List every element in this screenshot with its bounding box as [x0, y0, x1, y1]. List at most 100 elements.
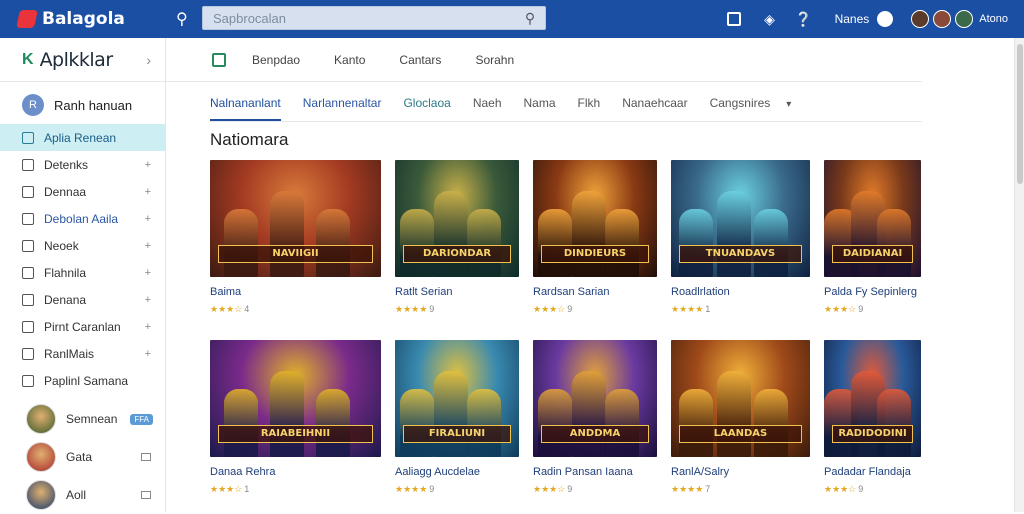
game-title[interactable]: Palda Fy Sepinlerg — [824, 286, 921, 298]
game-title[interactable]: Roadlrlation — [671, 286, 810, 298]
sidebar-item[interactable]: Flahnila + — [0, 259, 165, 286]
top-bar: Balagola ⚲ ⚲ ◈ ❔ Nanes Atono — [0, 0, 1024, 38]
home-icon[interactable] — [212, 52, 226, 67]
rating-stars: ★★★☆ — [824, 304, 857, 314]
language-selector[interactable]: Atono — [979, 13, 1008, 25]
tab[interactable]: Nalnananlant — [210, 96, 281, 121]
sidebar-item[interactable]: Debolan Aaila + — [0, 205, 165, 232]
help-icon[interactable]: ❔ — [787, 11, 821, 28]
expand-plus-icon[interactable]: + — [145, 213, 151, 225]
tab[interactable]: Flkh — [578, 96, 601, 121]
scrollbar[interactable] — [1014, 38, 1024, 512]
game-card[interactable]: DAIDIANAI Palda Fy Sepinlerg ★★★☆ 9 — [824, 160, 921, 315]
logo[interactable]: Balagola — [16, 9, 168, 29]
game-thumbnail[interactable]: DINDIEURS — [533, 160, 657, 277]
menu-item-icon — [22, 374, 34, 387]
message-icon[interactable] — [141, 491, 151, 499]
subnav-item[interactable]: Benpdao — [252, 53, 300, 67]
game-card[interactable]: DINDIEURS Rardsan Sarian ★★★☆ 9 — [533, 160, 657, 315]
menu-item-icon — [22, 320, 34, 333]
sidebar-game[interactable]: Gata — [0, 438, 165, 476]
sidebar-item[interactable]: RanlMais + — [0, 340, 165, 367]
game-title[interactable]: Ratlt Serian — [395, 286, 519, 298]
avatar[interactable] — [955, 10, 974, 28]
game-card[interactable]: RAIABEIHNII Danaa Rehra ★★★☆ 1 — [210, 340, 381, 495]
rating-stars: ★★★☆ — [533, 304, 566, 314]
star-rating: ★★★☆ 9 — [824, 484, 921, 495]
expand-plus-icon[interactable]: + — [145, 186, 151, 198]
expand-plus-icon[interactable]: + — [145, 240, 151, 252]
file-icon[interactable] — [726, 12, 741, 26]
character-figure — [572, 191, 606, 277]
expand-plus-icon[interactable]: + — [145, 294, 151, 306]
game-thumbnail[interactable]: RAIABEIHNII — [210, 340, 381, 457]
sidebar-item[interactable]: Denana + — [0, 286, 165, 313]
avatar[interactable] — [933, 10, 952, 28]
character-figure — [316, 209, 350, 277]
game-thumbnail[interactable]: ANDDMA — [533, 340, 657, 457]
tab[interactable]: Nanaehcaar — [622, 96, 687, 121]
game-title[interactable]: Radin Pansan Iaana — [533, 466, 657, 478]
subnav-item[interactable]: Kanto — [334, 53, 365, 67]
tab[interactable]: Naeh — [473, 96, 502, 121]
game-thumbnail[interactable]: FIRALIUNI — [395, 340, 519, 457]
search-input[interactable] — [203, 7, 515, 29]
chevron-right-icon[interactable]: › — [146, 52, 151, 68]
subnav-item[interactable]: Cantars — [399, 53, 441, 67]
sidebar-item[interactable]: Dennaa + — [0, 178, 165, 205]
tab[interactable]: Narlannenaltar — [303, 96, 382, 121]
sidebar-game[interactable]: Semnean FFA — [0, 400, 165, 438]
sidebar-user[interactable]: R Ranh hanuan — [0, 86, 165, 124]
game-card[interactable]: FIRALIUNI Aaliagg Aucdelae ★★★★ 9 — [395, 340, 519, 495]
game-thumbnail[interactable]: RADIDODINI — [824, 340, 921, 457]
game-title[interactable]: Baima — [210, 286, 381, 298]
search-icon[interactable]: ⚲ — [176, 9, 196, 29]
game-title[interactable]: Danaa Rehra — [210, 466, 381, 478]
game-card[interactable]: LAANDAS RanlA/Salry ★★★★ 7 — [671, 340, 810, 495]
tab[interactable]: Gloclaoa — [403, 96, 450, 121]
sidebar-item[interactable]: Aplia Renean — [0, 124, 165, 151]
user-name[interactable]: Nanes — [835, 12, 870, 26]
game-title[interactable]: Rardsan Sarian — [533, 286, 657, 298]
expand-plus-icon[interactable]: + — [145, 348, 151, 360]
subnav-item[interactable]: Sorahn — [475, 53, 514, 67]
sidebar-item[interactable]: Detenks + — [0, 151, 165, 178]
expand-plus-icon[interactable]: + — [145, 321, 151, 333]
message-icon[interactable] — [141, 453, 151, 461]
scrollbar-thumb[interactable] — [1017, 44, 1023, 184]
game-card[interactable]: NAVIIGII Baima ★★★☆ 4 — [210, 160, 381, 315]
sidebar-item-label: Pirnt Caranlan — [44, 319, 121, 334]
sidebar-item[interactable]: Neoek + — [0, 232, 165, 259]
headset-icon[interactable]: ◈ — [753, 11, 787, 28]
search-button-icon[interactable]: ⚲ — [515, 7, 545, 29]
game-thumbnail[interactable]: DARIONDAR — [395, 160, 519, 277]
chevron-down-icon[interactable]: ▾ — [786, 99, 791, 110]
character-figure — [434, 371, 468, 457]
game-thumbnail[interactable]: DAIDIANAI — [824, 160, 921, 277]
sidebar-item[interactable]: Pirnt Caranlan + — [0, 313, 165, 340]
game-title[interactable]: Aaliagg Aucdelae — [395, 466, 519, 478]
tab[interactable]: Nama — [524, 96, 556, 121]
game-card[interactable]: TNUANDAVS Roadlrlation ★★★★ 1 — [671, 160, 810, 315]
game-card[interactable]: DARIONDAR Ratlt Serian ★★★★ 9 — [395, 160, 519, 315]
game-thumbnail[interactable]: NAVIIGII — [210, 160, 381, 277]
game-card[interactable]: RADIDODINI Padadar Flandaja ★★★☆ 9 — [824, 340, 921, 495]
rating-stars: ★★★★ — [671, 484, 704, 494]
sidebar-item[interactable]: Paplinl Samana — [0, 367, 165, 394]
sidebar-game[interactable]: Aoll — [0, 476, 165, 514]
star-rating: ★★★★ 9 — [395, 304, 519, 315]
character-figure — [270, 371, 304, 457]
game-card[interactable]: ANDDMA Radin Pansan Iaana ★★★☆ 9 — [533, 340, 657, 495]
game-title[interactable]: RanlA/Salry — [671, 466, 810, 478]
game-thumbnail[interactable]: LAANDAS — [671, 340, 810, 457]
tab[interactable]: Cangsnires ▾ — [710, 96, 792, 121]
game-title[interactable]: Padadar Flandaja — [824, 466, 921, 478]
expand-plus-icon[interactable]: + — [145, 267, 151, 279]
sidebar-item-label: Denana — [44, 292, 87, 307]
game-banner-title: DAIDIANAI — [832, 245, 913, 263]
game-thumbnail[interactable]: TNUANDAVS — [671, 160, 810, 277]
character-figure — [877, 209, 911, 277]
expand-plus-icon[interactable]: + — [145, 159, 151, 171]
avatar[interactable] — [911, 10, 930, 28]
game-name: Semnean — [66, 412, 118, 426]
